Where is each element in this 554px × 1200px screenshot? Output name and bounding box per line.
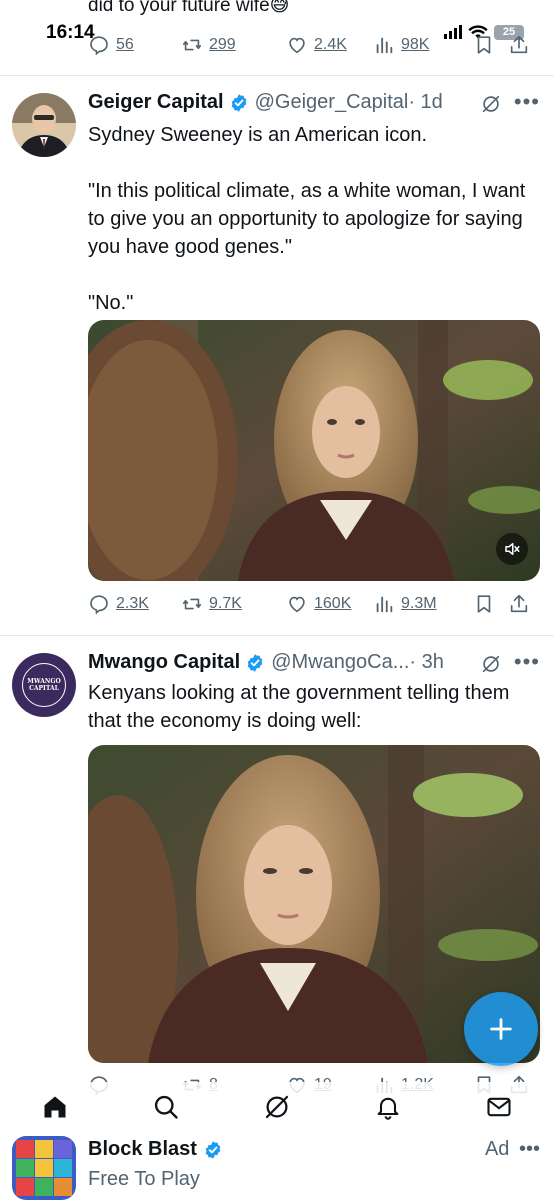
reply-icon <box>88 34 110 56</box>
nav-search[interactable] <box>150 1091 182 1123</box>
reply-icon <box>88 593 110 615</box>
heart-icon <box>286 34 308 56</box>
previous-tweet-actions: 56 299 2.4K 98K <box>88 34 538 56</box>
share-button[interactable] <box>508 593 530 615</box>
repost-icon <box>181 593 203 615</box>
muted-speaker-icon <box>505 543 520 555</box>
handle[interactable]: @Geiger_Capital <box>255 91 409 114</box>
handle[interactable]: @MwangoCa... <box>271 651 409 674</box>
share-icon <box>508 34 530 56</box>
heart-icon <box>286 593 308 615</box>
ad-title-text: Block Blast <box>88 1138 197 1160</box>
timestamp[interactable]: · 1d <box>408 91 442 114</box>
plus-icon <box>490 1018 512 1040</box>
share-icon <box>508 593 530 615</box>
search-icon <box>155 1095 178 1119</box>
bookmark-icon <box>473 593 495 615</box>
repost-count: 9.7K <box>209 595 242 612</box>
more-options-icon[interactable]: ••• <box>519 1138 540 1160</box>
repost-button[interactable]: 299 <box>181 34 286 56</box>
ad-banner[interactable]: Block Blast Free To Play Ad ••• <box>0 1132 554 1200</box>
views-button[interactable]: 9.3M <box>373 593 473 615</box>
avatar-logo-text-bottom: CAPITAL <box>29 685 59 692</box>
verified-badge-icon <box>245 653 265 673</box>
like-button[interactable]: 160K <box>286 593 373 615</box>
envelope-icon <box>487 1097 511 1117</box>
tweet-header: Geiger Capital @Geiger_Capital · 1d ••• <box>88 89 542 115</box>
repost-button[interactable]: 9.7K <box>181 593 286 615</box>
display-name[interactable]: Mwango Capital <box>88 651 240 674</box>
tweet-video[interactable] <box>88 320 540 581</box>
compose-button[interactable] <box>464 992 538 1066</box>
nav-messages[interactable] <box>483 1091 515 1123</box>
timestamp[interactable]: · 3h <box>409 651 443 674</box>
view-count: 98K <box>401 36 430 53</box>
like-count: 160K <box>314 595 352 612</box>
like-button[interactable]: 2.4K <box>286 34 373 56</box>
bookmark-icon <box>473 34 495 56</box>
views-button[interactable]: 98K <box>373 34 473 56</box>
more-options-icon[interactable]: ••• <box>514 649 540 675</box>
previous-tweet-text: did to your future wife😅 <box>88 0 290 16</box>
more-options-icon[interactable]: ••• <box>514 89 540 115</box>
reply-button[interactable]: 56 <box>88 34 181 56</box>
views-icon <box>373 593 395 615</box>
reply-count: 2.3K <box>116 595 149 612</box>
like-count: 2.4K <box>314 36 347 53</box>
tweet-text: Kenyans looking at the government tellin… <box>88 682 510 732</box>
reply-count: 56 <box>116 36 134 53</box>
tweet-text: Sydney Sweeney is an American icon. "In … <box>88 124 526 314</box>
bookmark-button[interactable] <box>473 593 508 615</box>
avatar-image <box>12 93 76 157</box>
views-icon <box>373 34 395 56</box>
bookmark-button[interactable] <box>473 34 508 56</box>
nav-grok[interactable] <box>261 1091 293 1123</box>
avatar-logo-text-top: MWANGO <box>27 678 61 685</box>
display-name[interactable]: Geiger Capital <box>88 91 224 114</box>
mute-button[interactable] <box>496 533 528 565</box>
avatar-logo: MWANGO CAPITAL <box>22 663 66 707</box>
verified-badge-icon <box>203 1140 223 1160</box>
bottom-navigation <box>0 1082 554 1132</box>
reply-button[interactable]: 2.3K <box>88 593 181 615</box>
ad-app-icon <box>12 1136 76 1200</box>
previous-tweet[interactable]: did to your future wife😅 16:14 25 56 299… <box>0 0 554 76</box>
tweet-actions: 2.3K 9.7K 160K 9.3M <box>88 593 538 615</box>
grok-icon <box>265 1095 289 1119</box>
nav-home[interactable] <box>39 1091 71 1123</box>
ad-subtitle: Free To Play <box>88 1168 200 1190</box>
bell-icon <box>377 1097 399 1120</box>
avatar[interactable] <box>12 93 76 157</box>
tweet-geiger-capital[interactable]: Geiger Capital @Geiger_Capital · 1d ••• … <box>0 77 554 636</box>
repost-icon <box>181 34 203 56</box>
verified-badge-icon <box>229 93 249 113</box>
nav-notifications[interactable] <box>372 1091 404 1123</box>
block-blast-logo <box>12 1136 76 1200</box>
video-frame <box>88 320 540 581</box>
ad-title: Block Blast <box>88 1138 223 1161</box>
grok-icon[interactable] <box>480 653 502 675</box>
ad-tag-text: Ad <box>484 1138 510 1160</box>
share-button[interactable] <box>508 34 530 56</box>
repost-count: 299 <box>209 36 236 53</box>
grok-icon[interactable] <box>480 93 502 115</box>
view-count: 9.3M <box>401 595 437 612</box>
tweet-header: Mwango Capital @MwangoCa... · 3h ••• <box>88 649 542 675</box>
ad-label: Ad ••• <box>485 1138 540 1161</box>
avatar[interactable]: MWANGO CAPITAL <box>12 653 76 717</box>
home-icon <box>44 1096 66 1118</box>
